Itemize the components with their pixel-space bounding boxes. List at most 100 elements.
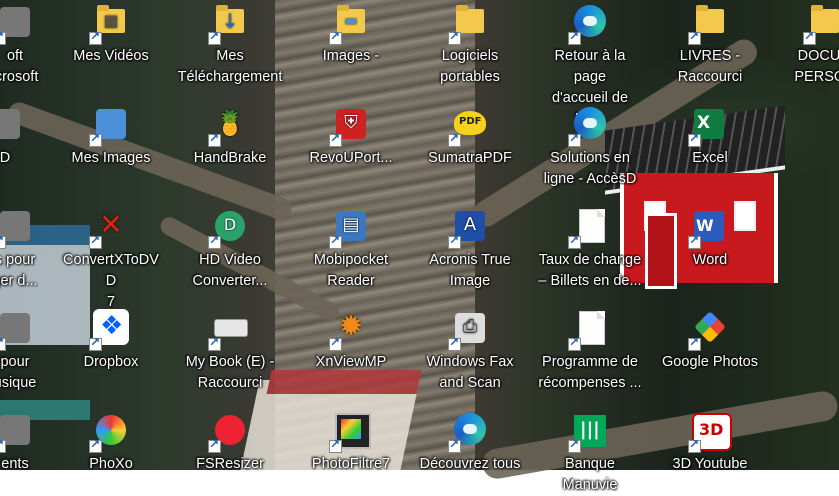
shortcut-arrow-icon [568,335,581,351]
desktop-shortcut-fsresizer[interactable]: FSResizer [175,411,285,475]
desktop-shortcut-label: Word [692,252,728,268]
shortcut-arrow-icon [448,233,461,249]
desktop-shortcut-hd-video[interactable]: DHD VideoConverter... [175,207,285,292]
shortcut-arrow-icon [448,335,461,351]
desktop-shortcut-label: 3D Youtube [672,456,748,472]
shortcut-arrow-icon [448,437,461,453]
desktop-shortcut-mes-videos[interactable]: ▦ Mes Vidéos [56,3,166,67]
shortcut-arrow-icon [329,437,342,453]
generic-app-icon [0,207,35,249]
fax-icon: ⎙ [448,309,490,351]
shortcut-arrow-icon [568,29,581,45]
desktop-shortcut-label: Découvrez tous [419,456,521,472]
desktop-shortcut-documents-perso[interactable]: DOCUMPERSON [770,3,839,88]
generic-app-icon [0,309,35,351]
photofiltre-icon [329,411,371,453]
desktop-shortcut-label: Dropbox [83,354,139,370]
shortcut-arrow-icon [208,131,221,147]
desktop-shortcut-xnviewmp[interactable]: ✹ XnViewMP [296,309,406,373]
fsresizer-icon [208,411,250,453]
desktop-shortcut-google-photos[interactable]: Google Photos [655,309,765,373]
desktop-shortcut-label: DOCUMPERSON [794,48,839,85]
desktop-shortcut-3d-youtube[interactable]: 3D Youtube [655,411,765,475]
desktop-shortcut-label: Mes Vidéos [73,48,149,64]
desktop-shortcut-photofiltre[interactable]: PhotoFiltre7 [296,411,406,475]
phoxo-icon [89,411,131,453]
desktop-shortcut-label: PhotoFiltre7 [311,456,391,472]
download-folder-icon: ↓ [208,3,250,45]
document-icon [568,207,610,249]
desktop-shortcut-images[interactable]: ▬ Images - [296,3,406,67]
desktop-shortcut-programme-recompenses[interactable]: Programme derécompenses ... [535,309,645,394]
desktop-shortcut-dropbox[interactable]: Dropbox [56,309,166,373]
folder-icon [688,3,730,45]
desktop-shortcut-banque-manulife[interactable]: Banque Manuvie [535,411,645,496]
desktop-shortcut-excel[interactable]: Excel [655,105,765,169]
shortcut-arrow-icon [803,29,816,45]
desktop-shortcut-d-left[interactable]: D [0,105,60,169]
desktop-shortcut-revouport[interactable]: ⛨ RevoUPort... [296,105,406,169]
desktop-shortcut-acronis[interactable]: AAcronis TrueImage [415,207,525,292]
desktop-shortcut-label: Acronis True Image [429,252,511,289]
desktop-shortcut-label: Google Photos [662,354,758,370]
desktop-shortcut-livres[interactable]: LIVRES -Raccourci [655,3,765,88]
desktop-shortcut-label: HandBrake [193,150,267,166]
shortcut-arrow-icon [688,233,701,249]
desktop-shortcut-label: D [0,150,11,166]
desktop-shortcut-solutions-en-ligne[interactable]: Solutions enligne - AccèsD [535,105,645,190]
word-icon [688,207,730,249]
video-folder-icon: ▦ [89,3,131,45]
desktop-shortcut-sumatrapdf[interactable]: SumatraPDF [415,105,525,169]
desktop-shortcut-my-book[interactable]: My Book (E) -Raccourci [175,309,285,394]
desktop-shortcut-label: Taux de change – Billets en de... [538,252,642,289]
shortcut-arrow-icon [329,29,342,45]
desktop-shortcut-convertxtodvd[interactable]: ✕ConvertXToDVD7 [56,207,166,313]
generic-app-icon [0,105,25,145]
desktop-shortcut-handbrake[interactable]: 🍍 HandBrake [175,105,285,169]
shortcut-arrow-icon [329,233,342,249]
desktop-shortcut-label: Mes Téléchargement [177,48,283,85]
desktop-shortcut-logiciels-portables[interactable]: Logicielsportables [415,3,525,88]
pictures-folder-icon: ▬ [329,3,371,45]
desktop-shortcut-mes-images[interactable]: Mes Images [56,105,166,169]
generic-app-icon [0,411,35,453]
desktop-shortcut-label: Solutions en ligne - AccèsD [543,150,637,187]
desktop-shortcut-label: HD Video Converter... [192,252,268,289]
shortcut-arrow-icon [688,335,701,351]
shortcut-arrow-icon [688,437,701,453]
shortcut-arrow-icon [89,131,102,147]
desktop-shortcut-label: My Book (E) - Raccourci [185,354,275,391]
desktop-shortcut-label: Mobipocket Reader [313,252,389,289]
desktop-shortcut-word[interactable]: Word [655,207,765,271]
shortcut-arrow-icon [448,29,461,45]
shortcut-arrow-icon [89,233,102,249]
desktop-shortcut-label: Banque Manuvie [562,456,618,493]
shortcut-arrow-icon [0,233,6,249]
shortcut-arrow-icon [208,233,221,249]
shortcut-arrow-icon [89,437,102,453]
youtube-3d-icon [688,411,732,453]
desktop-shortcut-mobipocket[interactable]: ▤MobipocketReader [296,207,406,292]
manulife-icon [568,411,610,453]
desktop-shortcut-label: Logiciels portables [440,48,500,85]
revo-uninstaller-icon: ⛨ [329,105,371,147]
desktop-shortcut-label: Programme de récompenses ... [538,354,642,391]
excel-icon [688,105,730,147]
desktop-shortcut-decouvrez[interactable]: Découvrez tous [415,411,525,475]
desktop-shortcut-mes-telechargement[interactable]: ↓MesTéléchargement [175,3,285,88]
desktop-shortcut-windows-fax[interactable]: ⎙Windows Faxand Scan [415,309,525,394]
desktop-shortcut-label: ConvertXToDVD 7 [63,252,159,310]
shortcut-arrow-icon [568,131,581,147]
google-photos-icon [688,309,730,351]
desktop-shortcut-phoxo[interactable]: PhoXo [56,411,166,475]
handbrake-icon: 🍍 [208,105,250,147]
shortcut-arrow-icon [208,437,221,453]
edge-icon [448,411,490,453]
edge-icon [568,105,610,147]
shortcut-arrow-icon [0,437,6,453]
drive-icon [208,309,250,351]
edge-icon [568,3,610,45]
desktop-shortcut-taux-de-change[interactable]: Taux de change– Billets en de... [535,207,645,292]
desktop-shortcut-label: RevoUPort... [309,150,393,166]
shortcut-arrow-icon [89,29,102,45]
